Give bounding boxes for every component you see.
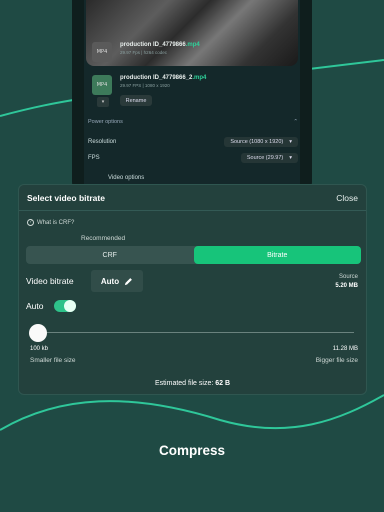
auto-toggle[interactable] — [54, 300, 76, 312]
rename-button[interactable]: Rename — [120, 95, 152, 106]
resolution-select[interactable]: Source (1080 x 1920) ▾ — [224, 137, 298, 147]
chevron-down-icon: ▾ — [289, 155, 292, 161]
toggle-knob — [64, 300, 76, 312]
chevron-up-icon: ⌃ — [293, 119, 298, 125]
slider-min-value: 100 kb — [30, 346, 49, 352]
slider-min-caption: Smaller file size — [30, 357, 76, 364]
pencil-icon — [125, 277, 133, 285]
sheet-title: Select video bitrate — [27, 192, 105, 203]
page-title: Compress — [158, 443, 226, 458]
video-file-icon: MP4 — [92, 75, 112, 95]
tab-bitrate[interactable]: Bitrate — [193, 246, 361, 264]
bitrate-edit-button[interactable]: Auto — [91, 270, 143, 292]
video-file-icon: MP4 — [92, 42, 112, 62]
source-file-row: MP4 production ID_4779866.mp4 29.97 Fps … — [92, 42, 200, 62]
estimated-file-size: Estimated file size: 62 B — [154, 380, 231, 387]
output-file-name: production ID_4779866_2.mp4 — [120, 75, 207, 81]
fps-select[interactable]: Source (29.97) ▾ — [240, 153, 298, 163]
output-file-row: MP4 production ID_4779866_2.mp4 29.97 FP… — [92, 75, 206, 95]
power-options-header[interactable]: Power options ⌃ — [88, 115, 298, 129]
slider-max-caption: Bigger file size — [315, 357, 358, 364]
video-bitrate-label: Video bitrate — [26, 276, 74, 286]
source-file-meta: 29.97 Fps | h264 codec — [120, 50, 167, 55]
mode-segmented-control: CRF Bitrate — [26, 246, 361, 264]
question-icon: ? — [27, 219, 34, 226]
recommended-label: Recommended — [81, 235, 126, 242]
source-file-name: production ID_4779866.mp4 — [120, 42, 200, 48]
auto-label: Auto — [26, 301, 44, 311]
fps-row: FPS Source (29.97) ▾ — [88, 152, 298, 164]
bitrate-sheet: Select video bitrate Close ? What is CRF… — [18, 184, 367, 395]
video-options-label[interactable]: Video options — [108, 175, 144, 181]
chevron-down-icon: ▾ — [289, 139, 292, 145]
source-size: Source 5.20 MB — [335, 274, 358, 289]
what-is-crf-link[interactable]: ? What is CRF? — [27, 219, 74, 226]
sheet-header: Select video bitrate Close — [19, 185, 366, 211]
close-button[interactable]: Close — [336, 193, 358, 203]
tab-crf[interactable]: CRF — [26, 246, 194, 264]
bitrate-slider-track[interactable] — [39, 332, 354, 333]
output-file-meta: 29.97 FPS | 1080 x 1920 — [120, 83, 170, 88]
bitrate-slider-thumb[interactable] — [29, 324, 47, 342]
slider-max-value: 11.28 MB — [332, 346, 358, 352]
chevron-down-icon[interactable]: ▾ — [97, 97, 109, 107]
resolution-row: Resolution Source (1080 x 1920) ▾ — [88, 136, 298, 148]
